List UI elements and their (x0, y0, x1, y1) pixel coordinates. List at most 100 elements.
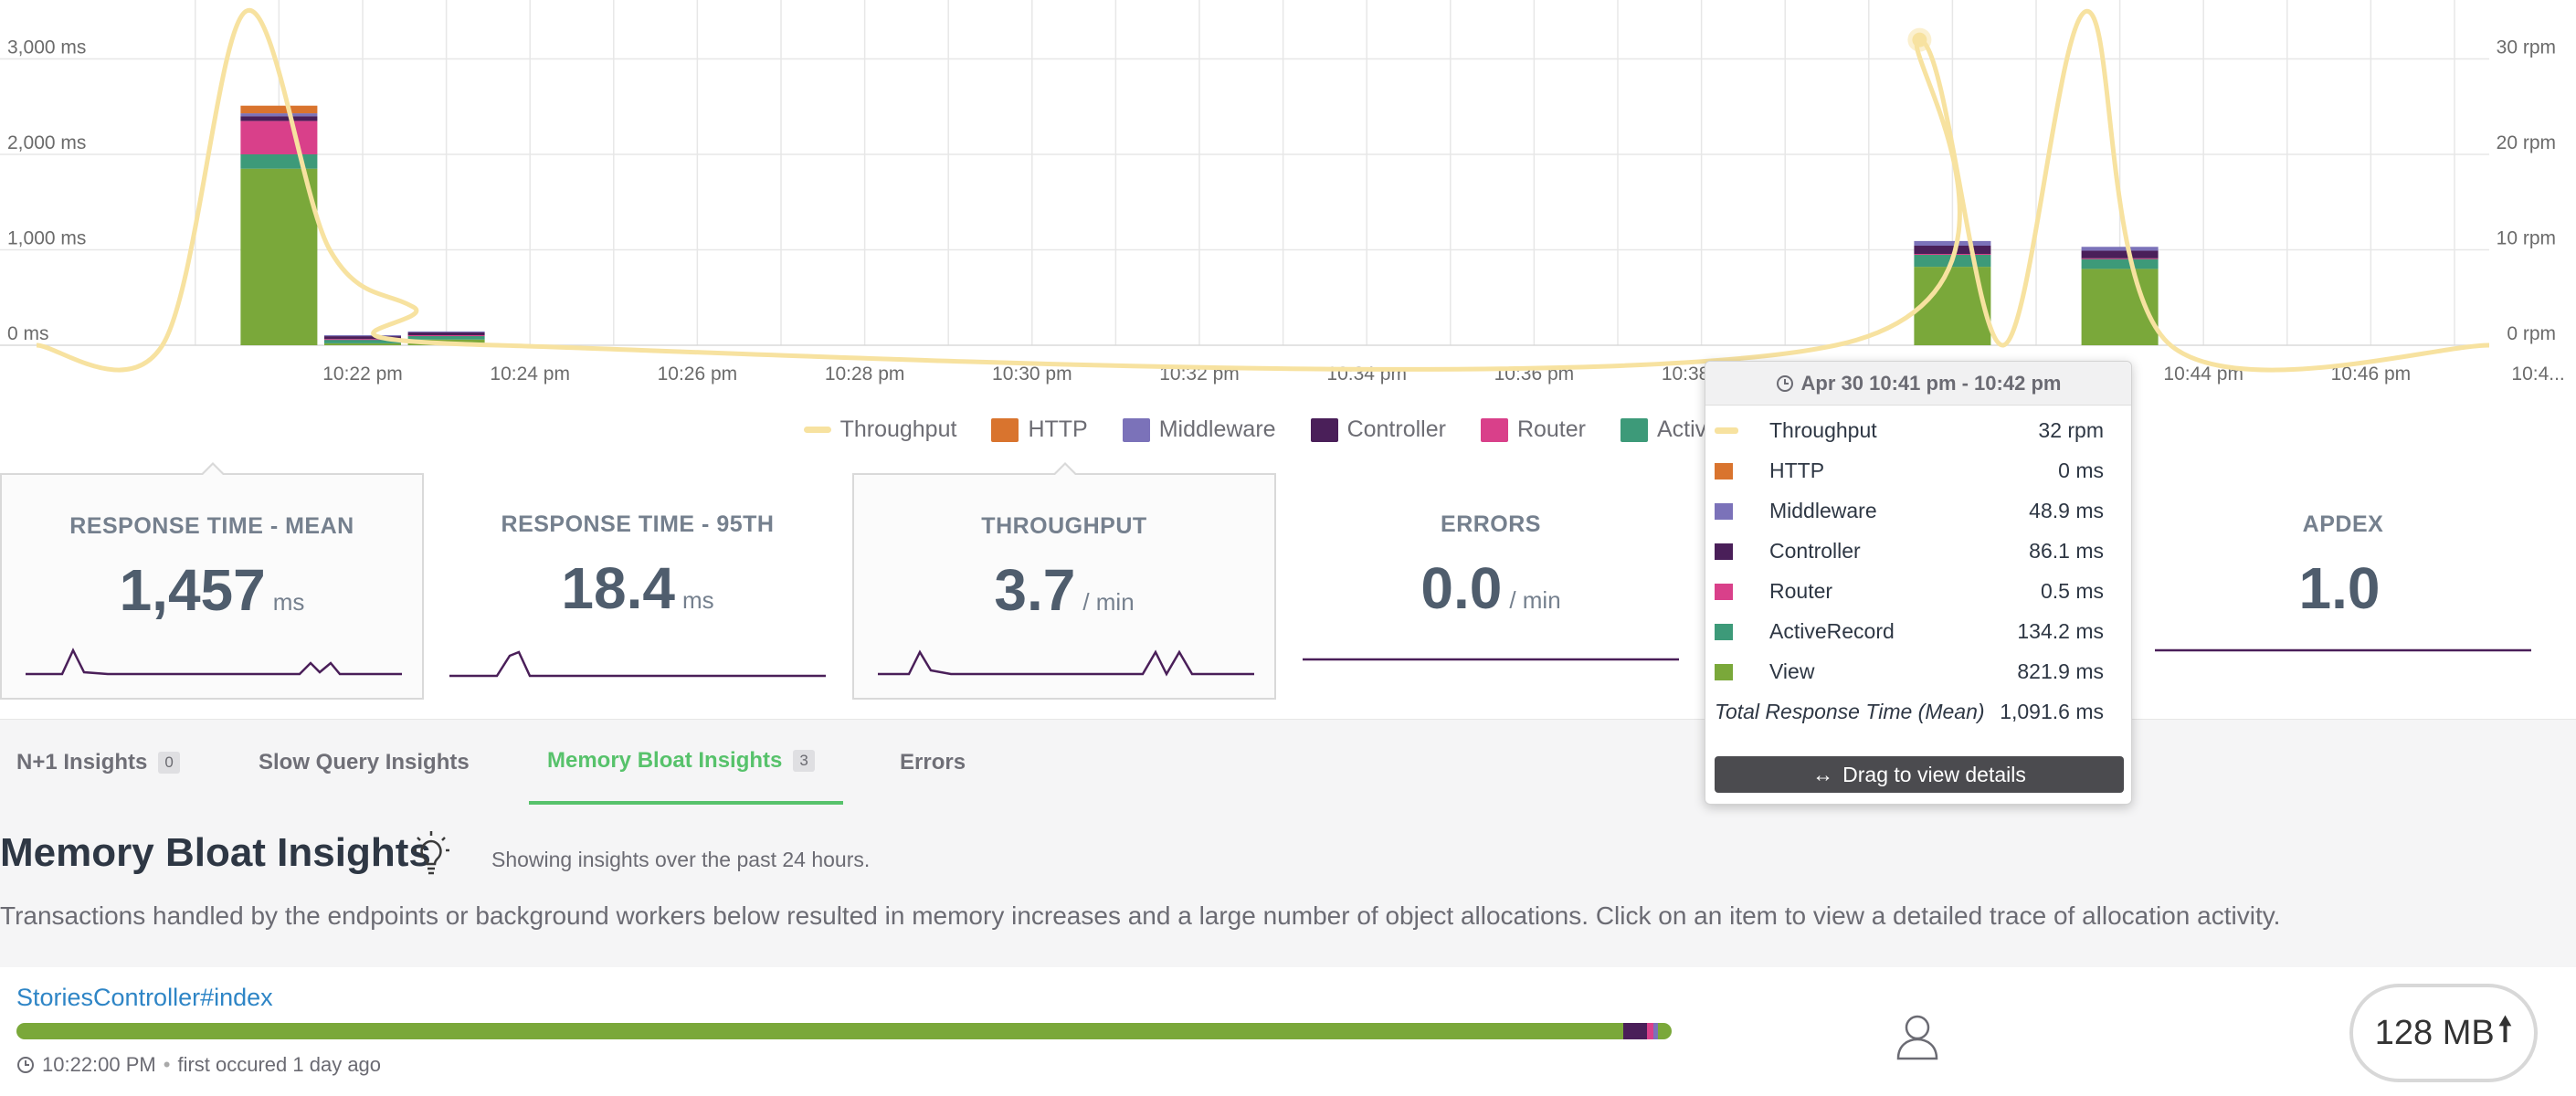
legend-swatch (1620, 417, 1648, 442)
allocation-bar-segment (1622, 1023, 1647, 1039)
legend-swatch (803, 427, 831, 433)
legend-swatch (991, 417, 1019, 442)
legend-item-router[interactable]: Router (1480, 416, 1586, 443)
tooltip-row-view: View 821.9 ms (1705, 652, 2131, 692)
metric-value: 1.0 (2298, 555, 2381, 621)
y-left-tick-label: 1,000 ms (7, 228, 86, 249)
tooltip-series-name: Router (1769, 579, 1833, 603)
drag-details-button[interactable]: ↔ Drag to view details (1715, 756, 2124, 793)
legend-item-middleware[interactable]: Middleware (1122, 416, 1276, 443)
bar-segment-middleware[interactable] (1914, 240, 1991, 247)
bar-segment-http[interactable] (240, 105, 318, 114)
tooltip-total-value: 1,091.6 ms (2000, 700, 2104, 723)
bar-segment-router[interactable] (240, 121, 318, 154)
tooltip-series-value: 32 rpm (2038, 418, 2104, 442)
bar-segment-controller[interactable] (240, 116, 318, 121)
bar-segment-middleware[interactable] (324, 335, 401, 337)
section-title: Memory Bloat Insights (0, 830, 431, 875)
legend-item-http[interactable]: HTTP (991, 416, 1088, 443)
x-tick-label: 10:28 pm (825, 364, 905, 385)
bar-segment-controller[interactable] (407, 332, 485, 336)
legend-item-throughput[interactable]: Throughput (803, 416, 956, 443)
tooltip-rows: Throughput 32 rpm HTTP 0 ms Middleware 48.9 m… (1705, 406, 2131, 732)
bar-segment-activerecord[interactable] (240, 154, 318, 169)
bar-segment-controller[interactable] (2081, 250, 2159, 258)
memory-increase-value: 128 MB (2374, 1013, 2495, 1052)
tab-memory-bloat-insights[interactable]: Memory Bloat Insights 3 (529, 720, 843, 806)
x-tick-label: 10:22 pm (322, 364, 403, 385)
x-tick-label: 10:24 pm (490, 364, 570, 385)
metric-value: 0.0 (1420, 555, 1503, 621)
legend-swatch (1122, 417, 1150, 442)
metric-card-2[interactable]: THROUGHPUT 3.7/ min (852, 462, 1276, 700)
metric-unit: / min (1082, 588, 1135, 616)
meta-separator: • (163, 1053, 171, 1076)
tooltip-total-row: Total Response Time (Mean) 1,091.6 ms (1705, 692, 2131, 732)
tab-label: Memory Bloat Insights (547, 747, 783, 773)
tooltip-row-activerecord: ActiveRecord 134.2 ms (1705, 612, 2131, 652)
metric-card-3[interactable]: ERRORS 0.0/ min (1279, 473, 1703, 700)
tab-errors[interactable]: Errors (900, 720, 966, 806)
tooltip-swatch (1715, 427, 1738, 434)
x-tick-label: 10:30 pm (992, 364, 1072, 385)
insight-item[interactable]: StoriesController#index 10:22:00 PM • fi… (0, 967, 2576, 1096)
memory-increase-badge[interactable]: 128 MB 🠕 (2349, 984, 2538, 1082)
tab-n-1-insights[interactable]: N+1 Insights 0 (16, 720, 180, 806)
x-tick-label: 10:26 pm (658, 364, 738, 385)
tooltip-series-name: Controller (1769, 539, 1861, 563)
bar-segment-activerecord[interactable] (407, 335, 485, 340)
tooltip-swatch (1715, 463, 1733, 480)
metric-card-5[interactable]: APDEX 1.0 (2131, 473, 2555, 700)
legend-swatch (1310, 417, 1338, 442)
metric-card-1[interactable]: RESPONSE TIME - 95TH 18.4 ms (426, 473, 850, 700)
tooltip-swatch (1715, 584, 1733, 600)
bar-segment-router[interactable] (2081, 258, 2159, 259)
chart-legend: Throughput HTTP Middleware Controller Router… (0, 416, 2576, 443)
metric-unit: / min (1509, 586, 1561, 614)
lightbulb-icon (413, 831, 449, 875)
tooltip-series-value: 86.1 ms (2029, 539, 2104, 563)
tooltip-total-label: Total Response Time (Mean) (1715, 700, 1985, 723)
bar-segment-activerecord[interactable] (2081, 258, 2159, 269)
insight-item-link[interactable]: StoriesController#index (16, 984, 273, 1012)
y-right-tick-label: 20 rpm (2497, 132, 2556, 153)
insights-content: Memory Bloat Insights Showing insights o… (0, 805, 2576, 1096)
metric-title: APDEX (2302, 511, 2384, 537)
tooltip-series-value: 0.5 ms (2040, 579, 2104, 603)
x-tick-label: 10:4... (2511, 364, 2564, 385)
tooltip-series-value: 0 ms (2058, 458, 2104, 482)
response-time-chart[interactable]: 0 ms 1,000 ms 2,000 ms 3,000 ms 0 rpm 10 rpm 2… (0, 0, 2576, 393)
insight-item-first-seen: first occured 1 day ago (177, 1053, 382, 1076)
metric-sparkline (2155, 648, 2531, 652)
y-right-tick-label: 0 rpm (2507, 323, 2556, 344)
legend-label: Middleware (1158, 416, 1276, 442)
legend-label: Router (1516, 416, 1586, 442)
allocation-bar-segment (1658, 1023, 1672, 1039)
metric-card-0[interactable]: RESPONSE TIME - MEAN 1,457 ms (0, 462, 424, 700)
bar-segment-router[interactable] (407, 335, 485, 337)
insight-item-meta: 10:22:00 PM • first occured 1 day ago (16, 1053, 381, 1077)
tooltip-swatch (1715, 664, 1733, 680)
bar-segment-view[interactable] (240, 168, 318, 345)
bar-segment-middleware[interactable] (240, 113, 318, 117)
user-icon[interactable] (1895, 1013, 1940, 1060)
drag-details-label: Drag to view details (1842, 762, 2026, 786)
tooltip-series-value: 821.9 ms (2017, 659, 2104, 683)
bar-segment-middleware[interactable] (2081, 247, 2159, 251)
metric-title: RESPONSE TIME - 95TH (501, 511, 775, 537)
legend-label: HTTP (1028, 416, 1088, 442)
tooltip-row-throughput: Throughput 32 rpm (1705, 411, 2131, 451)
tab-slow-query-insights[interactable]: Slow Query Insights (259, 720, 470, 806)
metrics-row: RESPONSE TIME - MEAN 1,457 ms RESPONSE TIME… (0, 462, 2576, 700)
x-tick-label: 10:34 pm (1326, 364, 1407, 385)
y-left-tick-label: 0 ms (7, 323, 49, 344)
insights-tabs: N+1 Insights 0 Slow Query Insights Memory B… (0, 719, 2576, 806)
legend-item-controller[interactable]: Controller (1310, 416, 1446, 443)
tab-label: N+1 Insights (16, 750, 148, 775)
metric-unit: ms (681, 586, 714, 614)
bar-segment-view[interactable] (324, 342, 401, 345)
tooltip-series-name: Middleware (1769, 499, 1877, 522)
metric-sparkline (878, 649, 1254, 677)
insight-item-time: 10:22:00 PM (42, 1053, 156, 1076)
tooltip-row-middleware: Middleware 48.9 ms (1705, 491, 2131, 532)
